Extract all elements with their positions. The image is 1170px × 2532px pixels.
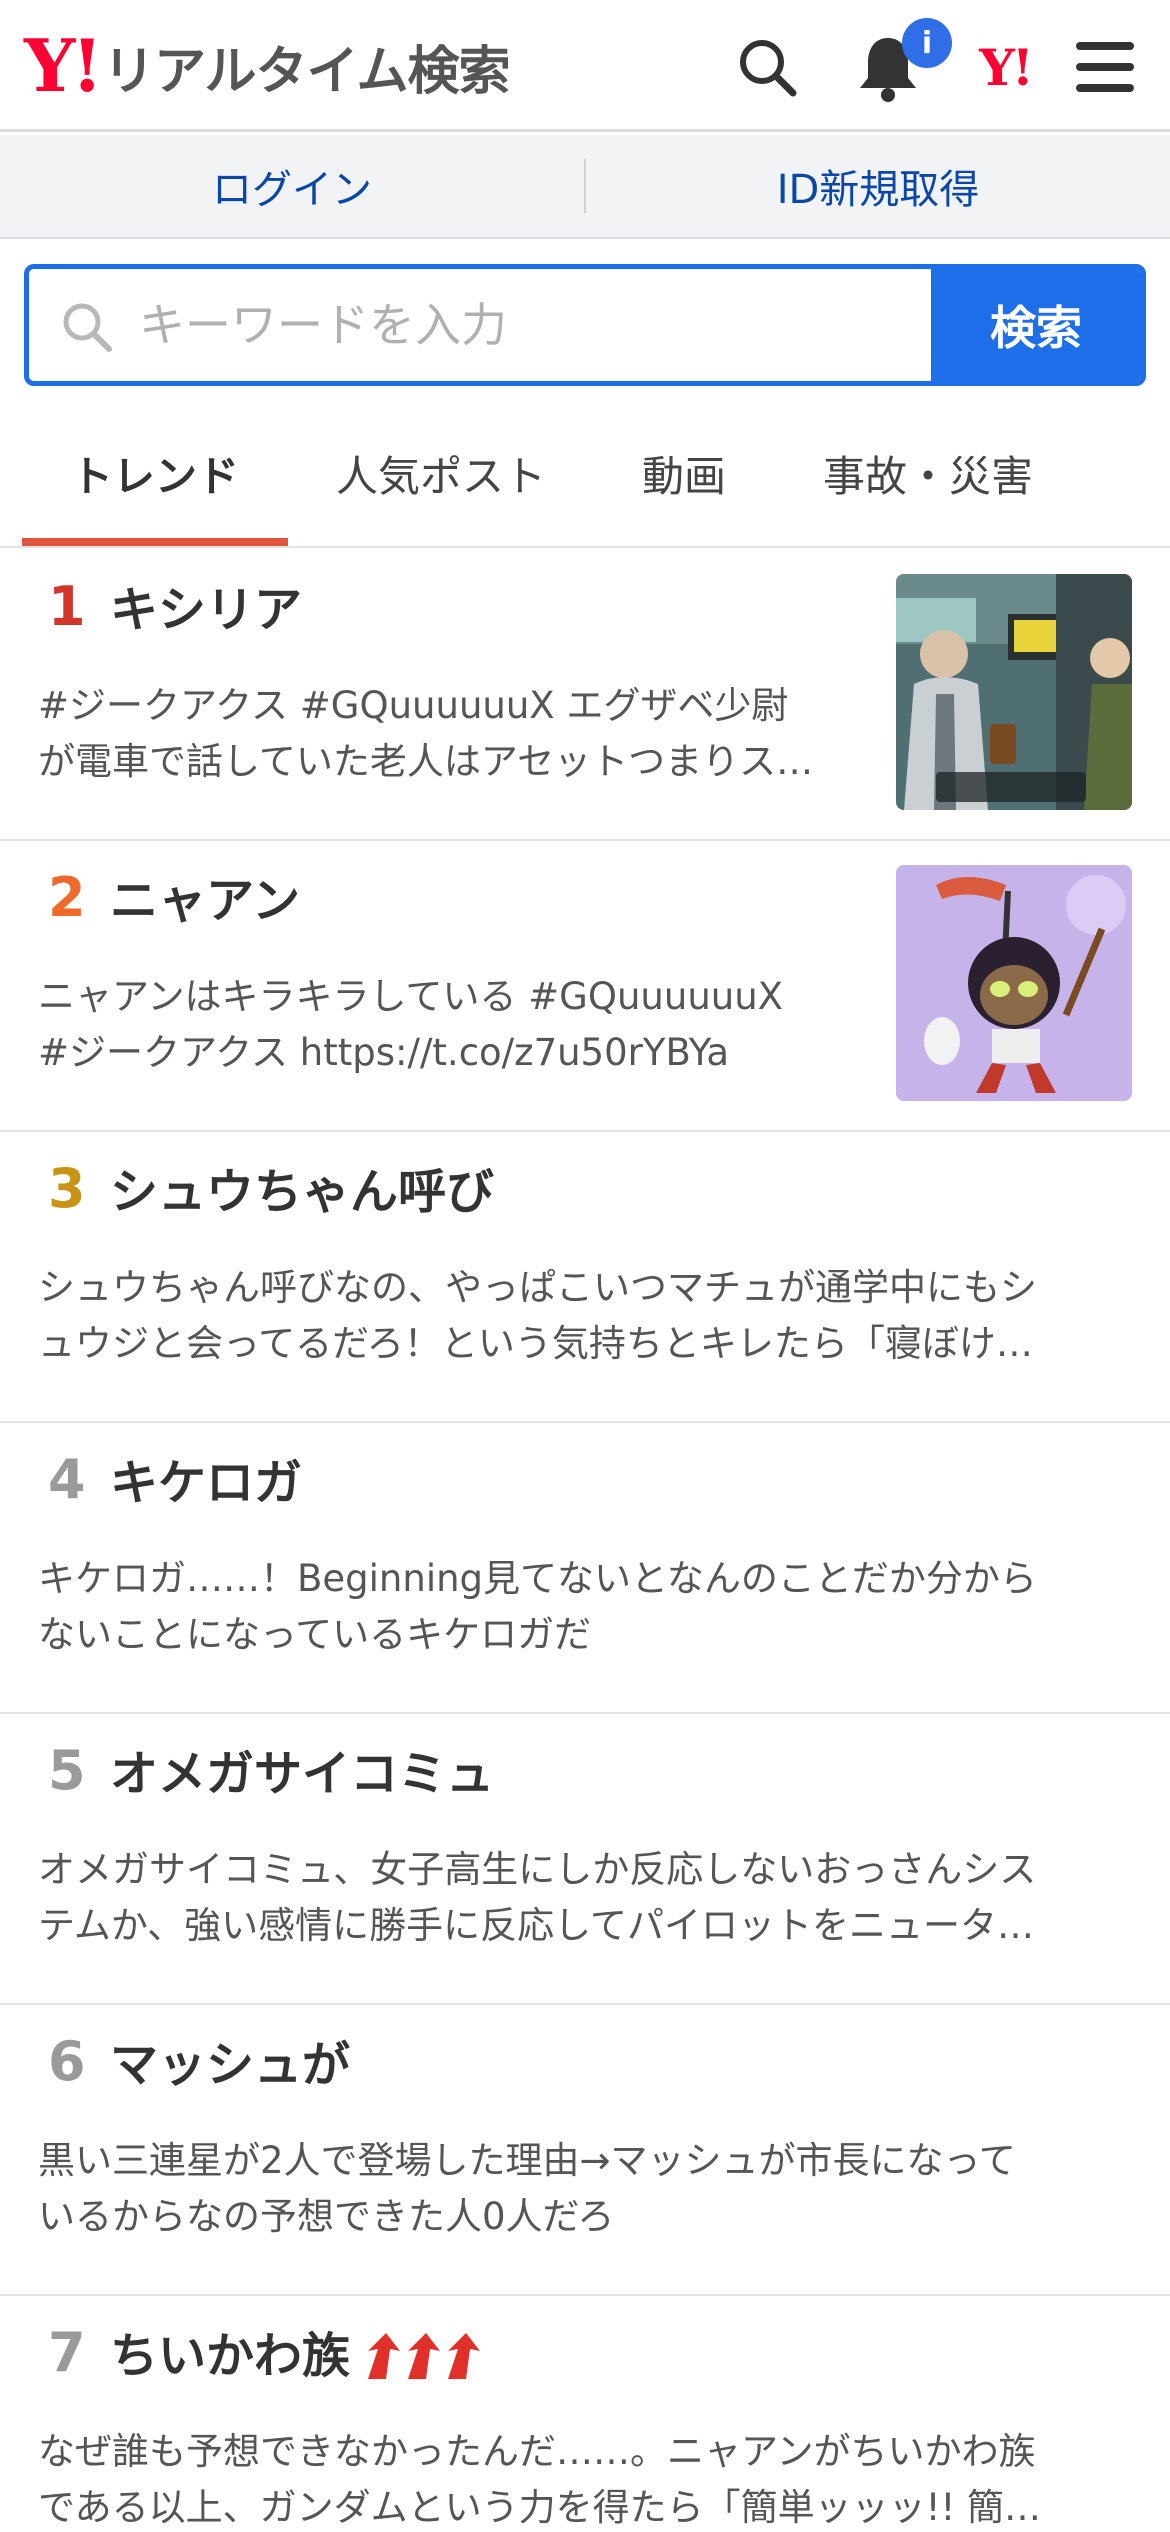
trend-title-text: シュウちゃん呼び <box>110 1164 495 1220</box>
trend-title[interactable]: キケロガ <box>110 1457 302 1510</box>
trend-thumbnail[interactable] <box>896 574 1132 810</box>
yahoo-realtime-logo[interactable]: Y! リアルタイム検索 <box>24 23 510 108</box>
trend-title[interactable]: シュウちゃん呼び <box>110 1166 494 1219</box>
search-icon[interactable] <box>722 22 812 112</box>
tab-accidents-disasters[interactable]: 事故・災害 <box>790 400 1066 546</box>
trend-title[interactable]: オメガサイコミュ <box>110 1748 494 1801</box>
trend-title-text: キシリア <box>110 582 303 638</box>
trend-description-line: シュウちゃん呼びなの、やっぱこいつマチュが通学中にもシ <box>38 1266 1037 1309</box>
trend-description: 黒い三連星が2人で登場した理由→マッシュが市長になって いるからなの予想できた人… <box>38 2133 1138 2245</box>
tab-popular-posts[interactable]: 人気ポスト <box>300 400 582 546</box>
trend-title[interactable]: ニャアン <box>110 875 300 928</box>
trend-list: 1 キシリア #ジークアクス #GQuuuuuuX エグザベ少尉 が電車で話して… <box>0 550 1170 2532</box>
trend-title-text: ちいかわ族 <box>110 2328 351 2384</box>
trend-title-text: ニャアン <box>110 873 301 929</box>
trend-description: #ジークアクス #GQuuuuuuX エグザベ少尉 が電車で話していた老人はアセ… <box>38 678 858 790</box>
register-id-link[interactable]: ID新規取得 <box>586 135 1170 237</box>
trend-rank: 3 <box>48 1157 86 1220</box>
trend-description: なぜ誰も予想できなかったんだ……。ニャアンがちいかわ族 である以上、ガンダムとい… <box>38 2424 1138 2532</box>
trend-description-line: #ジークアクス #GQuuuuuuX エグザベ少尉 <box>38 684 789 727</box>
trend-description-line: #ジークアクス https://t.co/z7u50rYBYa <box>38 1031 729 1074</box>
trend-item[interactable]: 7 ちいかわ族 なぜ誰も予想できなかったんだ……。ニャアンがちいかわ族 である以… <box>0 2296 1170 2532</box>
trend-description-line: である以上、ガンダムという力を得たら「簡単ッッッ!! 簡… <box>38 2486 1042 2529</box>
search-button[interactable]: 検索 <box>931 269 1141 381</box>
anime-character-sticker-image <box>896 865 1132 1101</box>
trend-description-line: オメガサイコミュ、女子高生にしか反応しないおっさんシス <box>38 1848 1037 1891</box>
trend-item[interactable]: 1 キシリア #ジークアクス #GQuuuuuuX エグザベ少尉 が電車で話して… <box>0 550 1170 841</box>
notification-badge[interactable]: i <box>902 18 952 68</box>
trend-title[interactable]: ちいかわ族 <box>110 2330 490 2383</box>
search-input[interactable] <box>139 269 939 381</box>
trend-title-text: オメガサイコミュ <box>110 1746 495 1802</box>
trend-title-text: マッシュが <box>110 2037 351 2093</box>
tab-videos[interactable]: 動画 <box>600 400 768 546</box>
trend-thumbnail[interactable] <box>896 865 1132 1101</box>
trend-item[interactable]: 4 キケロガ キケロガ……！Beginning見てないとなんのことだか分から な… <box>0 1423 1170 1714</box>
trend-description-line: ュウジと会ってるだろ！という気持ちとキレたら「寝ぼけ… <box>38 1322 1033 1365</box>
yahoo-logo-icon[interactable]: Y! <box>960 22 1050 112</box>
active-tab-indicator <box>22 538 288 546</box>
trend-item[interactable]: 2 ニャアン ニャアンはキラキラしている #GQuuuuuuX #ジークアクス … <box>0 841 1170 1132</box>
trend-rank: 4 <box>48 1448 86 1511</box>
login-link[interactable]: ログイン <box>0 135 584 237</box>
trend-title[interactable]: マッシュが <box>110 2039 350 2092</box>
trend-item[interactable]: 6 マッシュが 黒い三連星が2人で登場した理由→マッシュが市長になって いるから… <box>0 2005 1170 2296</box>
anime-scene-train-image <box>896 574 1132 810</box>
yahoo-mini-text: Y! <box>979 37 1034 97</box>
app-header: Y! リアルタイム検索 i Y! <box>0 0 1170 132</box>
hamburger-menu-icon[interactable] <box>1060 22 1150 112</box>
trend-item[interactable]: 5 オメガサイコミュ オメガサイコミュ、女子高生にしか反応しないおっさんシス テ… <box>0 1714 1170 2005</box>
trend-description: シュウちゃん呼びなの、やっぱこいつマチュが通学中にもシ ュウジと会ってるだろ！と… <box>38 1260 1138 1372</box>
trend-rank: 2 <box>48 866 86 929</box>
trend-item[interactable]: 3 シュウちゃん呼び シュウちゃん呼びなの、やっぱこいつマチュが通学中にもシ ュ… <box>0 1132 1170 1423</box>
trend-rank: 5 <box>48 1739 86 1802</box>
yahoo-logo-mark: Y! <box>24 23 103 108</box>
logo-title: リアルタイム検索 <box>103 41 510 102</box>
trend-description-line: ニャアンはキラキラしている #GQuuuuuuX <box>38 975 784 1018</box>
search-form: 検索 <box>24 264 1146 386</box>
search-field-icon <box>59 299 115 359</box>
trend-description-line: いるからなの予想できた人0人だろ <box>38 2195 615 2238</box>
trend-title-text: キケロガ <box>110 1455 303 1511</box>
trend-title[interactable]: キシリア <box>110 584 302 637</box>
trend-description-line: が電車で話していた老人はアセットつまりス… <box>38 740 814 783</box>
trend-rank: 1 <box>48 575 86 638</box>
trend-description: オメガサイコミュ、女子高生にしか反応しないおっさんシス テムか、強い感情に勝手に… <box>38 1842 1138 1954</box>
trend-rank: 7 <box>48 2321 86 2384</box>
rising-arrows-icon <box>364 2331 490 2381</box>
trend-description: キケロガ……！Beginning見てないとなんのことだか分から ないことになって… <box>38 1551 1138 1663</box>
trend-description: ニャアンはキラキラしている #GQuuuuuuX #ジークアクス https:/… <box>38 969 858 1081</box>
trend-rank: 6 <box>48 2030 86 2093</box>
search-field-wrapper[interactable] <box>29 269 939 381</box>
trend-description-line: テムか、強い感情に勝手に反応してパイロットをニュータ… <box>38 1904 1035 1947</box>
trend-description-line: ないことになっているキケロガだ <box>38 1613 592 1656</box>
trend-description-line: キケロガ……！Beginning見てないとなんのことだか分から <box>38 1557 1037 1600</box>
login-bar: ログイン ID新規取得 <box>0 135 1170 239</box>
category-tabs: トレンド 人気ポスト 動画 事故・災害 <box>0 400 1170 548</box>
tab-trend[interactable]: トレンド <box>22 400 288 546</box>
trend-description-line: 黒い三連星が2人で登場した理由→マッシュが市長になって <box>38 2139 1016 2182</box>
trend-description-line: なぜ誰も予想できなかったんだ……。ニャアンがちいかわ族 <box>38 2430 1036 2473</box>
